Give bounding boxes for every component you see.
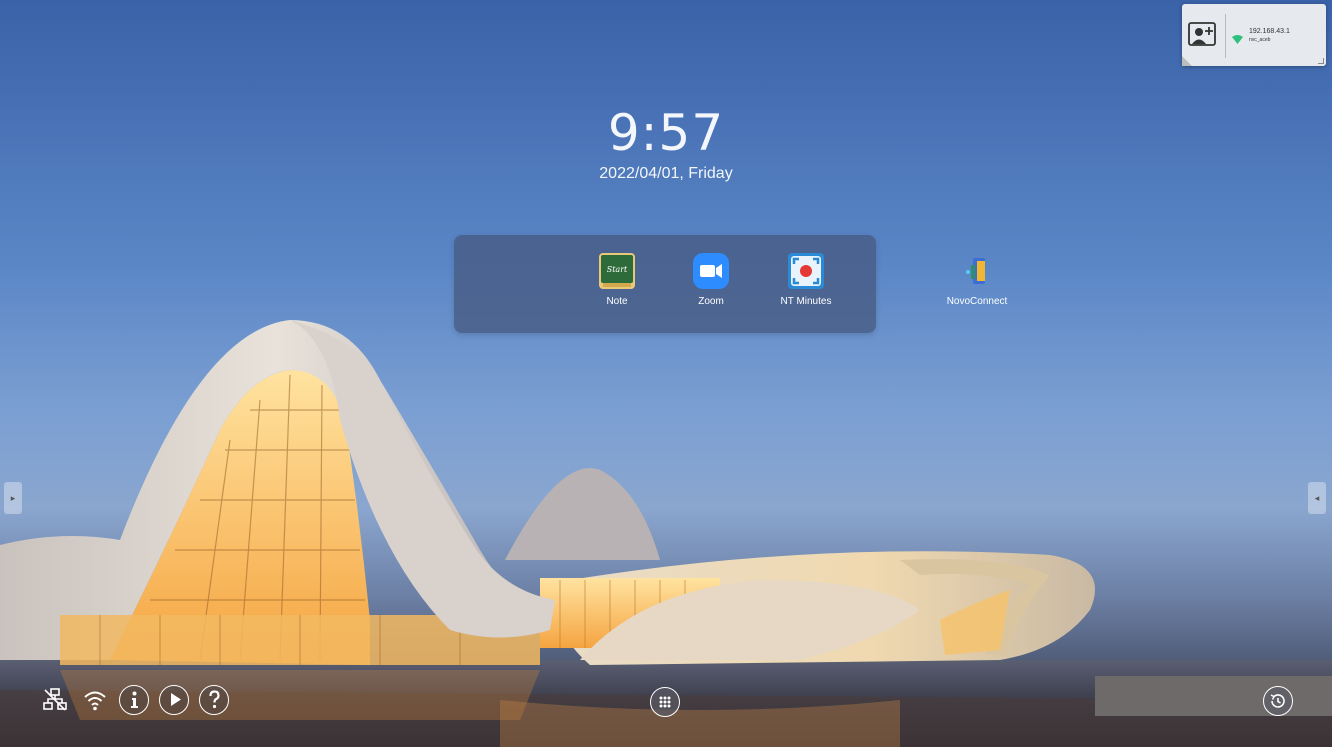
clock-time: 9:57	[607, 104, 725, 162]
left-edge-tab[interactable]: ▸	[4, 482, 22, 514]
note-icon: Start	[599, 253, 635, 289]
nt-minutes-icon	[788, 253, 824, 289]
novoconnect-icon	[959, 253, 995, 289]
wifi-icon	[84, 691, 106, 711]
info-button[interactable]	[119, 685, 149, 715]
clock-date: 2022/04/01, Friday	[599, 165, 733, 182]
connection-panel[interactable]: 192.168.43.1 nvc_aceb	[1182, 4, 1326, 66]
chevron-left-icon: ◂	[1314, 493, 1320, 503]
app-zoom[interactable]: Zoom	[671, 253, 751, 307]
app-label: NT Minutes	[780, 296, 832, 307]
app-novoconnect[interactable]: NovoConnect	[937, 253, 1017, 307]
chevron-right-icon: ▸	[10, 493, 16, 503]
app-note[interactable]: Start Note	[577, 253, 657, 307]
apps-grid-icon	[659, 696, 671, 708]
zoom-icon	[693, 253, 729, 289]
panel-corner-mark	[1182, 56, 1192, 66]
wifi-status-icon	[1232, 31, 1243, 49]
help-button[interactable]	[199, 685, 229, 715]
app-label: Zoom	[698, 296, 724, 307]
wifi-ssid: nvc_aceb	[1249, 37, 1271, 43]
play-button[interactable]	[159, 685, 189, 715]
history-icon	[1270, 694, 1285, 708]
app-label: NovoConnect	[946, 296, 1008, 307]
add-presenter-icon[interactable]	[1186, 19, 1220, 49]
play-icon	[170, 693, 181, 706]
help-icon	[208, 690, 220, 709]
wifi-button[interactable]	[82, 687, 108, 713]
note-badge-text: Start	[607, 265, 628, 274]
network-off-button[interactable]	[42, 687, 68, 713]
app-nt-minutes[interactable]: NT Minutes	[766, 253, 846, 307]
app-label: Note	[606, 296, 628, 307]
network-off-icon	[43, 688, 67, 711]
info-icon	[130, 691, 138, 708]
app-dock: NovoConnect Start Note Zoom NT Minutes	[454, 235, 1007, 333]
home-screen: 9:57 2022/04/01, Friday NovoConnect Star…	[0, 0, 1332, 747]
history-button[interactable]	[1263, 686, 1293, 716]
resize-handle-icon[interactable]	[1318, 58, 1324, 64]
ip-address: 192.168.43.1	[1249, 28, 1290, 35]
all-apps-button[interactable]	[650, 687, 680, 717]
right-edge-tab[interactable]: ◂	[1308, 482, 1326, 514]
panel-divider	[1225, 14, 1226, 58]
